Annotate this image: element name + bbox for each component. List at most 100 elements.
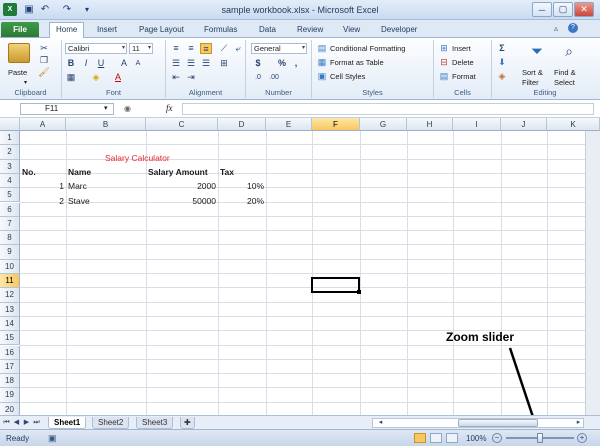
italic-icon[interactable]: I — [80, 58, 92, 69]
maximize-button[interactable]: ▢ — [553, 2, 573, 17]
cell-styles-button[interactable]: Cell Styles — [330, 71, 365, 82]
tab-formulas[interactable]: Formulas — [198, 23, 243, 38]
row-header-15[interactable]: 15 — [0, 331, 20, 346]
column-header-c[interactable]: C — [146, 118, 218, 131]
align-top-icon[interactable]: ≡ — [170, 43, 182, 54]
row-header-16[interactable]: 16 — [0, 345, 20, 360]
cell-b5[interactable]: Stave — [68, 194, 90, 208]
cell-c5[interactable]: 50000 — [146, 194, 216, 208]
column-header-i[interactable]: I — [453, 118, 501, 131]
row-header-3[interactable]: 3 — [0, 159, 20, 174]
bold-icon[interactable]: B — [65, 58, 77, 69]
align-left-icon[interactable]: ☰ — [170, 58, 182, 69]
fill-handle[interactable] — [357, 290, 361, 294]
row-header-12[interactable]: 12 — [0, 288, 20, 303]
row-header-10[interactable]: 10 — [0, 259, 20, 274]
fill-color-icon[interactable]: ◈ — [90, 72, 102, 83]
paste-button[interactable]: Paste — [8, 67, 27, 78]
row-header-13[interactable]: 13 — [0, 302, 20, 317]
last-sheet-icon[interactable]: ⏭ — [32, 418, 41, 428]
expand-icon[interactable]: ◉ — [124, 104, 131, 113]
decrease-indent-icon[interactable]: ⇤ — [170, 72, 182, 83]
cell-b4[interactable]: Marc — [68, 179, 87, 193]
column-header-h[interactable]: H — [407, 118, 453, 131]
header-salary-cell[interactable]: Salary Amount — [148, 165, 208, 179]
align-middle-icon[interactable]: ≡ — [185, 43, 197, 54]
align-right-icon[interactable]: ☰ — [200, 58, 212, 69]
decrease-decimal-icon[interactable]: .00 — [268, 72, 280, 83]
header-tax-cell[interactable]: Tax — [220, 165, 234, 179]
comma-button[interactable]: , — [290, 58, 302, 69]
zoom-level[interactable]: 100% — [466, 434, 486, 443]
cell-a4[interactable]: 1 — [20, 179, 64, 193]
header-name-cell[interactable]: Name — [68, 165, 91, 179]
name-box[interactable]: F11 — [20, 103, 114, 115]
row-header-9[interactable]: 9 — [0, 245, 20, 260]
first-sheet-icon[interactable]: ⏮ — [2, 418, 11, 428]
format-painter-icon[interactable]: 🖌 — [38, 67, 50, 78]
page-layout-view-icon[interactable] — [430, 433, 442, 443]
row-header-4[interactable]: 4 — [0, 173, 20, 189]
column-header-f[interactable]: F — [312, 118, 360, 131]
cell-a5[interactable]: 2 — [20, 194, 64, 208]
ribbon-minimize-icon[interactable]: ▵ — [554, 24, 558, 33]
zoom-in-icon[interactable]: + — [577, 433, 587, 443]
conditional-formatting-button[interactable]: Conditional Formatting — [330, 43, 405, 54]
fill-icon[interactable]: ⬇ — [496, 57, 508, 68]
tab-file[interactable]: File — [1, 22, 39, 37]
sheet-tab-2[interactable]: Sheet2 — [92, 417, 130, 429]
cell-c4[interactable]: 2000 — [146, 179, 216, 193]
tab-developer[interactable]: Developer — [375, 23, 423, 38]
underline-icon[interactable]: U — [95, 58, 107, 69]
increase-indent-icon[interactable]: ⇥ — [185, 72, 197, 83]
insert-sheet-icon[interactable]: ✚ — [180, 417, 195, 429]
format-cells-icon[interactable]: ▤ — [438, 71, 450, 82]
insert-cells-icon[interactable]: ⊞ — [438, 43, 450, 54]
find-select-icon[interactable]: ⌕ — [558, 43, 580, 63]
delete-cells-button[interactable]: Delete — [452, 57, 474, 68]
formula-input[interactable] — [182, 103, 594, 115]
sheet-tab-1[interactable]: Sheet1 — [48, 417, 87, 429]
clear-icon[interactable]: ◈ — [496, 71, 508, 82]
column-header-a[interactable]: A — [20, 118, 66, 131]
cell-d4[interactable]: 10% — [218, 179, 264, 193]
percent-button[interactable]: % — [276, 58, 288, 69]
wrap-text-icon[interactable]: ⤶ — [232, 43, 244, 54]
cell-styles-icon[interactable]: ▣ — [316, 71, 328, 82]
tab-page-layout[interactable]: Page Layout — [133, 23, 190, 38]
column-header-g[interactable]: G — [360, 118, 407, 131]
column-header-k[interactable]: K — [547, 118, 600, 131]
scroll-left-icon[interactable]: ◂ — [376, 418, 385, 428]
copy-icon[interactable]: ❐ — [38, 55, 50, 66]
insert-function-button[interactable]: fx — [166, 103, 173, 113]
grow-font-icon[interactable]: A — [118, 58, 130, 69]
close-button[interactable]: ✕ — [574, 2, 594, 17]
number-format-combo[interactable]: General ▾ — [251, 43, 307, 54]
align-center-icon[interactable]: ☰ — [185, 58, 197, 69]
tab-view[interactable]: View — [337, 23, 366, 38]
insert-cells-button[interactable]: Insert — [452, 43, 471, 54]
borders-icon[interactable]: ▦ — [65, 72, 77, 83]
zoom-slider-thumb[interactable] — [537, 433, 543, 443]
sheet-tab-3[interactable]: Sheet3 — [136, 417, 174, 429]
row-header-20[interactable]: 20 — [0, 402, 20, 415]
tab-insert[interactable]: Insert — [91, 23, 123, 38]
header-no-cell[interactable]: No. — [22, 165, 36, 179]
autosum-icon[interactable]: Σ — [496, 43, 508, 54]
delete-cells-icon[interactable]: ⊟ — [438, 57, 450, 68]
row-header-19[interactable]: 19 — [0, 388, 20, 403]
sheet-title-cell[interactable]: Salary Calculator — [105, 151, 170, 165]
macro-record-icon[interactable]: ▣ — [48, 433, 57, 444]
scroll-right-icon[interactable]: ▸ — [574, 418, 583, 428]
row-header-8[interactable]: 8 — [0, 231, 20, 246]
prev-sheet-icon[interactable]: ◀ — [12, 418, 21, 428]
next-sheet-icon[interactable]: ▶ — [22, 418, 31, 428]
format-cells-button[interactable]: Format — [452, 71, 476, 82]
column-header-e[interactable]: E — [266, 118, 312, 131]
vertical-scrollbar[interactable] — [585, 131, 600, 415]
font-color-icon[interactable]: A — [112, 72, 124, 83]
cut-icon[interactable]: ✂ — [38, 43, 50, 54]
active-cell-selection[interactable] — [311, 277, 360, 293]
column-header-j[interactable]: J — [501, 118, 547, 131]
row-header-5[interactable]: 5 — [0, 188, 20, 203]
